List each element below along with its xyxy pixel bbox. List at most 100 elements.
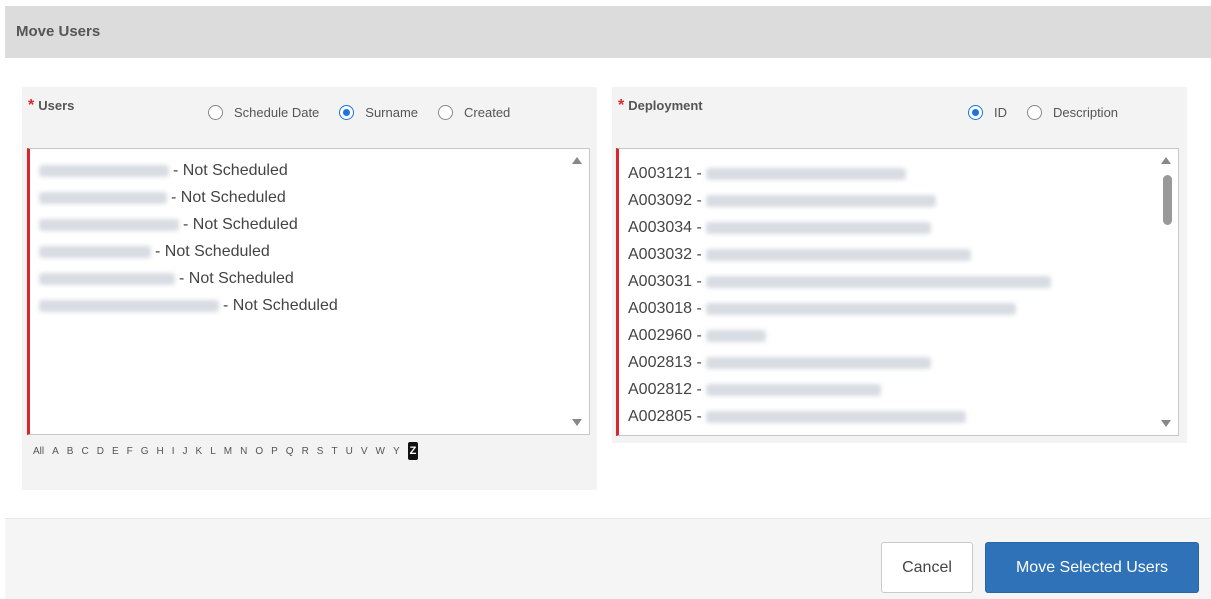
users-label-text: Users [38,98,75,113]
user-list-item[interactable]: - Not Scheduled [30,238,589,265]
redacted-name [39,299,219,312]
deployment-listbox[interactable]: A003121 - A003092 - A003034 - A003032 - … [616,148,1179,436]
radio-created[interactable]: Created [438,105,510,120]
alpha-filter-letter[interactable]: F [127,446,133,457]
alpha-filter-letter[interactable]: H [157,446,164,457]
deployment-list-item[interactable]: A003032 - [619,241,1178,268]
alpha-filter-letter[interactable]: K [196,446,203,457]
alpha-filter-letter[interactable]: G [141,446,149,457]
radio-circle-icon [208,105,223,120]
deployment-id: A002813 - [628,354,702,371]
alpha-filter-letter-active[interactable]: Z [407,442,419,460]
radio-label: Schedule Date [234,105,320,120]
alphabet-filter: All A B C D E F G H I J K L M N O P Q R … [33,442,426,460]
cancel-button[interactable]: Cancel [881,542,973,593]
alpha-filter-letter[interactable]: M [224,446,232,457]
scroll-up-arrow-icon[interactable] [1161,157,1171,164]
alpha-filter-letter[interactable]: O [255,446,263,457]
user-status: - Not Scheduled [183,216,298,233]
user-list-item[interactable]: - Not Scheduled [30,184,589,211]
radio-label: Surname [365,105,419,120]
alpha-filter-letter[interactable]: E [112,446,119,457]
deployment-list-item[interactable]: A003092 - [619,187,1178,214]
deployment-list-item[interactable]: A003031 - [619,268,1178,295]
redacted-name [39,218,179,231]
dialog-title: Move Users [16,23,101,40]
move-selected-users-button[interactable]: Move Selected Users [985,542,1199,593]
deployment-id: A002960 - [628,327,702,344]
deployment-label-text: Deployment [628,98,703,113]
redacted-description [706,248,972,261]
alpha-filter-letter[interactable]: N [240,446,247,457]
alpha-filter-letter[interactable]: C [81,446,88,457]
deployment-list-item[interactable]: A002960 - [619,322,1178,349]
alpha-filter-all[interactable]: All [33,446,44,457]
radio-circle-icon [438,105,454,120]
alpha-filter-letter[interactable]: D [97,446,104,457]
deployment-list-item[interactable]: A002812 - [619,376,1178,403]
radio-surname[interactable]: Surname [339,105,418,120]
radio-circle-selected-icon [339,105,355,120]
redacted-description [706,383,882,396]
deployment-id: A003018 - [628,300,702,317]
deployment-list-item[interactable]: A002813 - [619,349,1178,376]
scroll-down-arrow-icon[interactable] [1161,420,1171,427]
scroll-down-arrow-icon[interactable] [572,419,582,426]
alpha-filter-letter[interactable]: A [52,446,59,457]
deployment-id: A003031 - [628,273,702,290]
user-list-item[interactable]: - Not Scheduled [30,211,589,238]
user-status: - Not Scheduled [171,189,286,206]
redacted-description [706,167,907,180]
alpha-filter-letter[interactable]: V [361,446,368,457]
scrollbar-thumb[interactable] [1163,175,1172,225]
user-status: - Not Scheduled [155,243,270,260]
deployment-sort-options: ID Description [968,105,1138,120]
alpha-filter-letter[interactable]: T [331,446,337,457]
radio-description[interactable]: Description [1027,105,1118,120]
user-status: - Not Scheduled [173,162,288,179]
deployment-list-item[interactable]: A003034 - [619,214,1178,241]
alpha-filter-letter[interactable]: S [317,446,324,457]
deployment-panel: * Deployment ID Description A003121 - A00… [612,87,1187,443]
radio-schedule-date[interactable]: Schedule Date [208,105,319,120]
alpha-filter-letter[interactable]: J [183,446,188,457]
alpha-filter-letter[interactable]: R [302,446,309,457]
deployment-list-item[interactable]: A003121 - [619,160,1178,187]
alpha-filter-letter[interactable]: P [271,446,278,457]
redacted-description [706,356,932,369]
deployment-id: A002812 - [628,381,702,398]
deployment-id: A003034 - [628,219,702,236]
user-status: - Not Scheduled [179,270,294,287]
scroll-up-arrow-icon[interactable] [572,157,582,164]
users-sort-options: Schedule Date Surname Created [208,105,530,120]
redacted-name [39,164,169,177]
user-list-item[interactable]: - Not Scheduled [30,265,589,292]
user-list-item[interactable]: - Not Scheduled [30,292,589,319]
radio-id[interactable]: ID [968,105,1007,120]
alpha-filter-letter[interactable]: W [375,446,384,457]
alpha-filter-letter[interactable]: I [172,446,175,457]
redacted-description [706,275,1052,288]
user-list-item[interactable]: - Not Scheduled [30,157,589,184]
alpha-filter-letter[interactable]: Q [286,446,294,457]
deployment-list-item[interactable]: A002805 - [619,403,1178,430]
required-asterisk-icon: * [28,97,35,114]
users-label: * Users [28,97,74,115]
alpha-filter-letter[interactable]: U [346,446,353,457]
deployment-list-item[interactable]: A003018 - [619,295,1178,322]
redacted-description [706,329,767,342]
users-listbox[interactable]: - Not Scheduled - Not Scheduled - Not Sc… [27,148,590,435]
deployment-id: A003121 - [628,165,702,182]
alpha-filter-letter[interactable]: B [67,446,74,457]
deployment-id: A003032 - [628,246,702,263]
alpha-filter-letter[interactable]: L [210,446,216,457]
redacted-description [706,410,967,423]
deployment-label: * Deployment [618,97,703,115]
redacted-name [39,272,175,285]
alpha-filter-letter[interactable]: Y [393,446,400,457]
redacted-description [706,302,1017,315]
dialog-header: Move Users [5,6,1211,58]
users-panel: * Users Schedule Date Surname Created - N… [22,87,597,490]
redacted-name [39,245,151,258]
redacted-name [39,191,167,204]
